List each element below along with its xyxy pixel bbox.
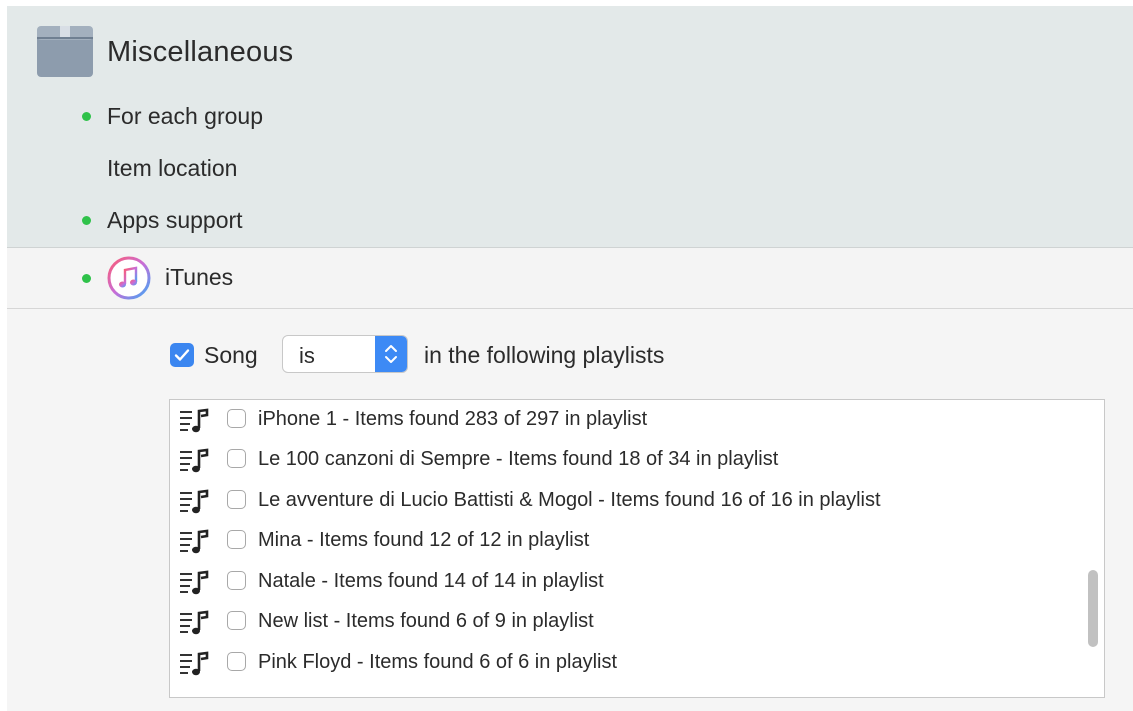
list-item[interactable]: New list - Items found 6 of 9 in playlis… — [170, 602, 1080, 642]
song-condition-checkbox[interactable] — [170, 343, 194, 367]
playlist-checkbox[interactable] — [227, 611, 246, 630]
playlist-icon — [180, 529, 209, 554]
category-item-for-each-group[interactable]: For each group — [107, 103, 263, 130]
playlist-label: Natale - Items found 14 of 14 in playlis… — [258, 570, 604, 592]
select-stepper[interactable] — [375, 336, 407, 372]
operator-value: is — [299, 343, 315, 368]
checkmark-icon — [174, 349, 190, 361]
playlist-checkbox[interactable] — [227, 490, 246, 509]
playlist-list[interactable]: iPhone 1 - Items found 283 of 297 in pla… — [169, 399, 1105, 698]
chevron-up-down-icon — [385, 345, 397, 363]
itunes-label: iTunes — [165, 264, 234, 290]
condition-suffix-text: in the following playlists — [424, 342, 665, 368]
list-item[interactable]: iPhone 1 - Items found 283 of 297 in pla… — [170, 400, 1080, 440]
playlist-checkbox[interactable] — [227, 652, 246, 671]
condition-area: Song is in the following playlists iPhon… — [7, 309, 1133, 711]
playlist-checkbox[interactable] — [227, 530, 246, 549]
list-item[interactable]: Mina - Items found 12 of 12 in playlist — [170, 521, 1080, 561]
playlist-icon — [180, 448, 209, 473]
playlist-icon — [180, 610, 209, 635]
condition-field-label: Song — [204, 342, 258, 368]
list-item[interactable]: Le 100 canzoni di Sempre - Items found 1… — [170, 440, 1080, 480]
status-dot-itunes — [82, 274, 91, 283]
playlist-checkbox[interactable] — [227, 409, 246, 428]
playlist-label: New list - Items found 6 of 9 in playlis… — [258, 610, 594, 632]
settings-panel: Miscellaneous For each group Item locati… — [7, 6, 1133, 711]
status-dot-for-each-group — [82, 112, 91, 121]
box-icon — [37, 26, 93, 77]
itunes-item[interactable]: iTunes — [7, 248, 1133, 309]
playlist-label: Pink Floyd - Items found 6 of 6 in playl… — [258, 651, 618, 673]
status-dot-apps-support — [82, 216, 91, 225]
list-item[interactable]: Natale - Items found 14 of 14 in playlis… — [170, 562, 1080, 602]
category-item-apps-support[interactable]: Apps support — [107, 207, 243, 234]
playlist-label: Mina - Items found 12 of 12 in playlist — [258, 529, 590, 551]
scrollbar-thumb[interactable] — [1088, 570, 1098, 647]
list-item[interactable]: Pink Floyd - Items found 6 of 6 in playl… — [170, 643, 1080, 683]
itunes-icon — [107, 256, 151, 300]
playlist-checkbox[interactable] — [227, 571, 246, 590]
playlist-icon — [180, 570, 209, 595]
playlist-checkbox[interactable] — [227, 449, 246, 468]
playlist-icon — [180, 489, 209, 514]
operator-select[interactable]: is — [282, 335, 408, 373]
list-item[interactable]: Le avventure di Lucio Battisti & Mogol -… — [170, 481, 1080, 521]
category-header: Miscellaneous For each group Item locati… — [7, 6, 1133, 248]
category-item-item-location[interactable]: Item location — [107, 155, 237, 182]
playlist-icon — [180, 651, 209, 676]
playlist-label: Le avventure di Lucio Battisti & Mogol -… — [258, 489, 881, 511]
playlist-label: iPhone 1 - Items found 283 of 297 in pla… — [258, 408, 648, 430]
playlist-label: Le 100 canzoni di Sempre - Items found 1… — [258, 448, 779, 470]
category-title: Miscellaneous — [107, 36, 294, 68]
playlist-icon — [180, 408, 209, 433]
